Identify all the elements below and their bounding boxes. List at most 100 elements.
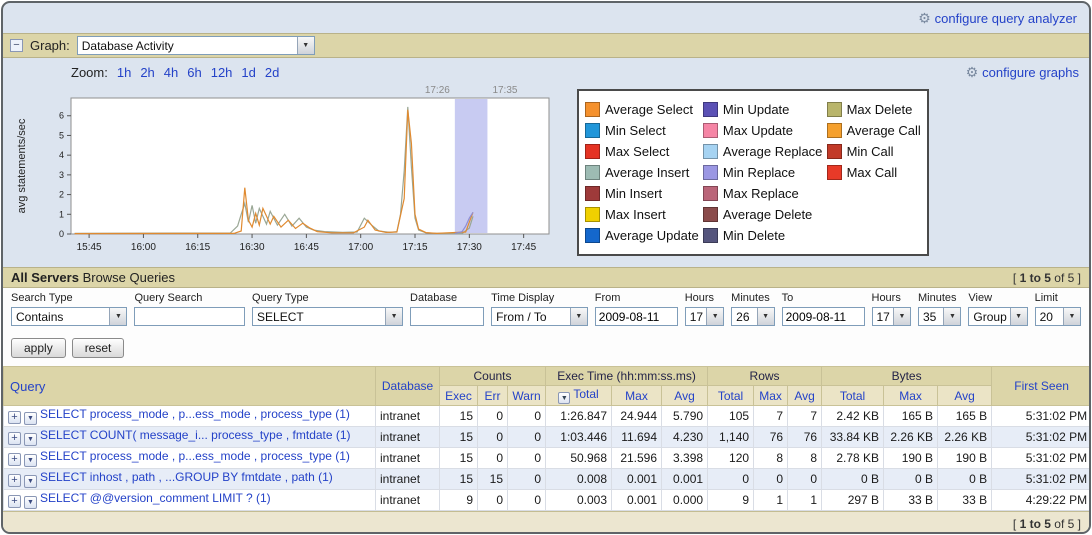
- query-link[interactable]: SELECT process_mode , p...ess_mode , pro…: [40, 407, 350, 421]
- range-open: [: [1013, 271, 1016, 285]
- table-header: Query Database Counts Exec Time (hh:mm:s…: [4, 367, 1092, 406]
- query-link[interactable]: SELECT COUNT( message_i... process_type …: [40, 428, 351, 442]
- chart-legend: Average SelectMin SelectMax SelectAverag…: [577, 89, 929, 256]
- expand-row-button[interactable]: +: [8, 453, 21, 466]
- svg-text:16:45: 16:45: [294, 242, 319, 253]
- from-hours-select[interactable]: 17: [685, 307, 724, 326]
- limit-select[interactable]: 20: [1035, 307, 1081, 326]
- view-select[interactable]: Group: [968, 307, 1027, 326]
- query-search-input[interactable]: [134, 307, 245, 326]
- row-menu-button[interactable]: ▼: [24, 412, 37, 425]
- legend-item: Max Insert: [585, 204, 699, 225]
- col-counts-exec[interactable]: Exec: [440, 386, 478, 406]
- filter-from-date: From: [595, 292, 678, 326]
- search-type-select[interactable]: Contains: [11, 307, 127, 326]
- svg-text:avg statements/sec: avg statements/sec: [16, 118, 28, 213]
- expand-row-button[interactable]: +: [8, 432, 21, 445]
- database-input[interactable]: [410, 307, 484, 326]
- col-exec-time-avg[interactable]: Avg: [662, 386, 708, 406]
- time-display-select[interactable]: From / To: [491, 307, 588, 326]
- query-link[interactable]: SELECT @@version_comment LIMIT ? (1): [40, 491, 271, 505]
- cell-warn: 0: [508, 469, 546, 490]
- row-menu-button[interactable]: ▼: [24, 475, 37, 488]
- sort-dropdown-icon[interactable]: ▼: [558, 392, 570, 404]
- time-display-label: Time Display: [491, 292, 588, 304]
- col-rows-total[interactable]: Total: [708, 386, 754, 406]
- zoom-link-6h[interactable]: 6h: [187, 65, 201, 80]
- legend-item: Min Call: [827, 141, 921, 162]
- cell-r_total: 0: [708, 469, 754, 490]
- legend-label: Average Insert: [605, 165, 689, 180]
- to-hours-select[interactable]: 17: [872, 307, 911, 326]
- col-query[interactable]: Query: [4, 367, 376, 406]
- zoom-link-1h[interactable]: 1h: [117, 65, 131, 80]
- query-type-select[interactable]: SELECT: [252, 307, 403, 326]
- legend-item: Average Delete: [703, 204, 823, 225]
- col-bytes-max[interactable]: Max: [884, 386, 938, 406]
- col-exec-time-max[interactable]: Max: [612, 386, 662, 406]
- chart-selection-band[interactable]: [455, 99, 488, 233]
- expand-row-button[interactable]: +: [8, 474, 21, 487]
- legend-swatch: [703, 186, 718, 201]
- browse-queries-bar: All Servers Browse Queries [ 1 to 5 of 5…: [3, 267, 1089, 288]
- cell-t_avg: 4.230: [662, 427, 708, 448]
- legend-swatch: [703, 102, 718, 117]
- col-counts-err[interactable]: Err: [478, 386, 508, 406]
- query-row: +▼SELECT COUNT( message_i... process_typ…: [4, 427, 1092, 448]
- query-link[interactable]: SELECT inhost , path , ...GROUP BY fmtda…: [40, 470, 333, 484]
- col-counts-warn[interactable]: Warn: [508, 386, 546, 406]
- legend-swatch: [703, 144, 718, 159]
- row-menu-button[interactable]: ▼: [24, 454, 37, 467]
- from-date-input[interactable]: [595, 307, 678, 326]
- svg-text:0: 0: [59, 229, 64, 239]
- activity-chart[interactable]: 17:2617:35012345615:4516:0016:1516:3016:…: [13, 81, 561, 265]
- search-type-value: Contains: [12, 310, 126, 324]
- legend-swatch: [585, 102, 600, 117]
- filter-area: Search Type Contains Query Search Query …: [3, 288, 1089, 366]
- col-exec-time-total[interactable]: ▼Total: [546, 386, 612, 406]
- col-rows-avg[interactable]: Avg: [788, 386, 822, 406]
- col-bytes-total[interactable]: Total: [822, 386, 884, 406]
- configure-query-analyzer-link[interactable]: ⚙ configure query analyzer: [918, 10, 1077, 27]
- filter-query-search: Query Search: [134, 292, 245, 326]
- collapse-graph-button[interactable]: −: [10, 39, 23, 52]
- legend-label: Min Delete: [723, 228, 785, 243]
- query-link[interactable]: SELECT process_mode , p...ess_mode , pro…: [40, 449, 350, 463]
- apply-button[interactable]: apply: [11, 338, 66, 358]
- to-date-input[interactable]: [782, 307, 865, 326]
- colgroup-bytes: Bytes: [822, 367, 992, 386]
- cell-b_avg: 165 B: [938, 406, 992, 427]
- svg-text:1: 1: [59, 209, 64, 219]
- zoom-link-2d[interactable]: 2d: [265, 65, 279, 80]
- from-minutes-select[interactable]: 26: [731, 307, 774, 326]
- cell-b_total: 0 B: [822, 469, 884, 490]
- col-rows-max[interactable]: Max: [754, 386, 788, 406]
- view-value: Group: [969, 310, 1026, 324]
- col-bytes-avg[interactable]: Avg: [938, 386, 992, 406]
- legend-label: Max Delete: [847, 102, 913, 117]
- zoom-link-4h[interactable]: 4h: [164, 65, 178, 80]
- configure-graphs-link[interactable]: ⚙ configure graphs: [966, 64, 1079, 81]
- expand-row-button[interactable]: +: [8, 495, 21, 508]
- limit-label: Limit: [1035, 292, 1081, 304]
- zoom-link-12h[interactable]: 12h: [211, 65, 233, 80]
- graph-section-header: − Graph: Database Activity: [3, 33, 1089, 58]
- to-label: To: [782, 292, 865, 304]
- row-menu-button[interactable]: ▼: [24, 496, 37, 509]
- row-menu-button[interactable]: ▼: [24, 433, 37, 446]
- reset-button[interactable]: reset: [72, 338, 125, 358]
- to-minutes-select[interactable]: 35: [918, 307, 961, 326]
- range-close: ]: [1078, 517, 1081, 531]
- zoom-link-2h[interactable]: 2h: [140, 65, 154, 80]
- col-first-seen[interactable]: First Seen: [992, 367, 1091, 406]
- zoom-link-1d[interactable]: 1d: [241, 65, 255, 80]
- cell-r_total: 9: [708, 490, 754, 511]
- col-database[interactable]: Database: [376, 367, 440, 406]
- legend-label: Max Insert: [605, 207, 666, 222]
- filter-database: Database: [410, 292, 484, 326]
- legend-label: Min Call: [847, 144, 894, 159]
- graph-select[interactable]: Database Activity: [77, 36, 315, 55]
- cell-t_total: 0.008: [546, 469, 612, 490]
- chart-row: 17:2617:35012345615:4516:0016:1516:3016:…: [13, 81, 1079, 265]
- expand-row-button[interactable]: +: [8, 411, 21, 424]
